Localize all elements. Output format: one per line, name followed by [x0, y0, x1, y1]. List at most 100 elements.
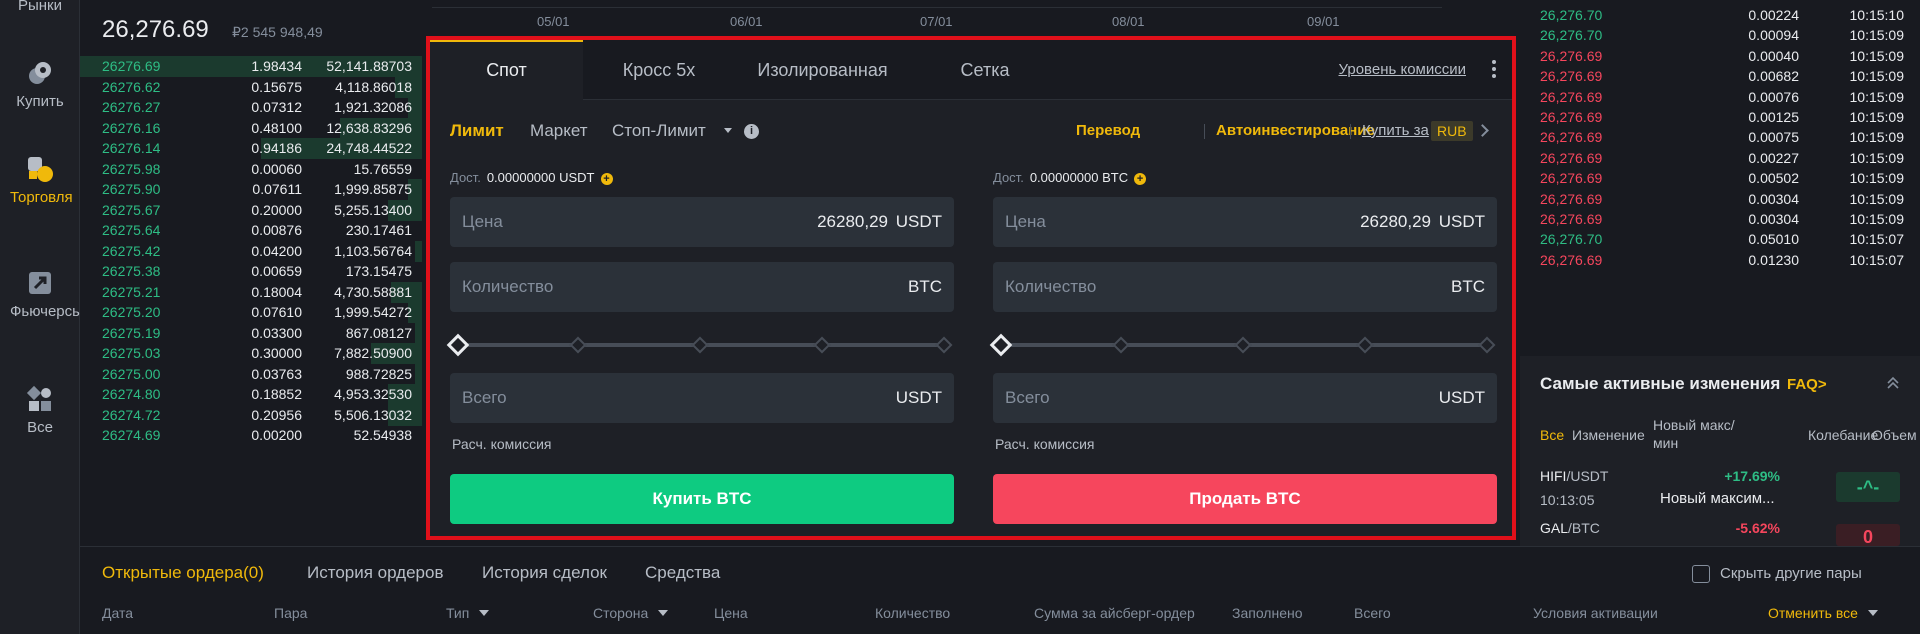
slider-mark-75[interactable] — [1356, 336, 1374, 354]
transfer-link[interactable]: Перевод — [1076, 116, 1140, 146]
info-icon[interactable]: i — [744, 124, 759, 139]
slider-mark-25[interactable] — [1112, 336, 1130, 354]
tab-spot[interactable]: Спот — [430, 40, 583, 100]
slider-handle[interactable] — [446, 333, 470, 357]
buy-amount-slider[interactable] — [446, 333, 954, 357]
order-book-price: 26275.00 — [102, 365, 161, 382]
slider-mark-25[interactable] — [569, 336, 587, 354]
order-type-stop-limit[interactable]: Стоп-Лимит — [612, 116, 706, 146]
rail-futures-label: Фьючерсы — [10, 303, 83, 320]
trade-time: 10:15:09 — [1849, 129, 1905, 146]
order-book-row[interactable]: 26275.38 0.00659 173.15475 — [80, 261, 422, 282]
rail-trade[interactable]: Торговля — [0, 154, 80, 208]
rail-futures[interactable]: Фьючерсы — [0, 268, 83, 322]
buy-quantity-field[interactable]: Количество BTC — [450, 262, 954, 312]
movers-tab-volume[interactable]: Объем — [1872, 426, 1917, 444]
order-book-row[interactable]: 26276.27 0.07312 1,921.32086 — [80, 97, 422, 118]
buy-total-field[interactable]: Всего USDT — [450, 373, 954, 423]
movers-title: Самые активные изменения — [1540, 374, 1781, 393]
order-book-row[interactable]: 26276.62 0.15675 4,118.86018 — [80, 76, 422, 98]
buy-price-field[interactable]: Цена 26280,29 USDT — [450, 197, 954, 247]
movers-tab-volatility[interactable]: Колебание — [1808, 426, 1878, 444]
order-book-row[interactable]: 26275.21 0.18004 4,730.58881 — [80, 281, 422, 303]
order-book-qty: 0.03763 — [251, 365, 302, 382]
slider-mark-50[interactable] — [1234, 336, 1252, 354]
buy-btc-button[interactable]: Купить BTC — [450, 474, 954, 524]
order-book-row[interactable]: 26275.90 0.07611 1,999.85875 — [80, 179, 422, 200]
rail-all[interactable]: Все — [0, 384, 80, 438]
auto-invest-link[interactable]: Автоинвестирование — [1216, 116, 1375, 146]
movers-tab-new-high-low[interactable]: Новый макс/ мин — [1653, 416, 1747, 452]
more-options-icon[interactable] — [1492, 60, 1498, 80]
tab-isolated[interactable]: Изолированная — [735, 40, 910, 100]
tab-open-orders[interactable]: Открытые ордера(0) — [102, 563, 264, 583]
tab-trade-history[interactable]: История сделок — [482, 563, 607, 583]
sell-price-field[interactable]: Цена 26280,29 USDT — [993, 197, 1497, 247]
sell-total-field[interactable]: Всего USDT — [993, 373, 1497, 423]
order-book-total: 52,141.88703 — [326, 58, 412, 74]
cancel-all-button[interactable]: Отменить все — [1768, 605, 1878, 621]
tab-funds[interactable]: Средства — [645, 563, 720, 583]
chevron-right-icon[interactable] — [1476, 124, 1489, 137]
order-book-row[interactable]: 26275.20 0.07610 1,999.54272 — [80, 302, 422, 323]
order-book-row[interactable]: 26276.16 0.48100 12,638.83296 — [80, 117, 422, 139]
buy-for-currency-badge[interactable]: RUB — [1431, 121, 1473, 141]
all-apps-icon — [25, 384, 55, 414]
sell-price-value[interactable]: 26280,29 — [1360, 197, 1431, 247]
buy-for-link[interactable]: Купить за — [1362, 116, 1429, 146]
slider-mark-100[interactable] — [935, 336, 953, 354]
tab-cross[interactable]: Кросс 5x — [583, 40, 735, 100]
trade-price: 26,276.70 — [1540, 7, 1603, 23]
sell-btc-button[interactable]: Продать BTC — [993, 474, 1497, 524]
order-book-total: 988.72825 — [345, 365, 412, 382]
order-book-row[interactable]: 26274.69 0.00200 52.54938 — [80, 425, 422, 446]
sell-quantity-field[interactable]: Количество BTC — [993, 262, 1497, 312]
collapse-icon[interactable] — [1886, 376, 1900, 395]
rail-markets[interactable]: Рынки — [0, 0, 80, 16]
buy-total-label: Всего — [462, 388, 507, 407]
hide-pairs-checkbox[interactable] — [1692, 565, 1710, 583]
slider-mark-75[interactable] — [813, 336, 831, 354]
order-type-market[interactable]: Маркет — [530, 116, 588, 146]
add-funds-icon[interactable]: + — [1134, 173, 1147, 185]
hide-pairs-label[interactable]: Скрыть другие пары — [1720, 565, 1862, 582]
order-type-limit[interactable]: Лимит — [450, 116, 504, 146]
order-book-row[interactable]: 26274.72 0.20956 5,506.13032 — [80, 404, 422, 426]
slider-mark-100[interactable] — [1478, 336, 1496, 354]
tab-grid[interactable]: Сетка — [910, 40, 1060, 100]
col-type[interactable]: Тип — [446, 605, 490, 621]
order-book-row[interactable]: 26275.98 0.00060 15.76559 — [80, 159, 422, 180]
order-book-row[interactable]: 26275.03 0.30000 7,882.50900 — [80, 343, 422, 364]
order-book-row[interactable]: 26274.80 0.18852 4,953.32530 — [80, 384, 422, 405]
chart-axis — [432, 0, 1442, 8]
movers-tab-all[interactable]: Все — [1540, 426, 1564, 444]
price-chart[interactable]: 05/01 06/01 07/01 08/01 09/01 — [432, 0, 1442, 36]
buy-crypto-icon — [25, 58, 55, 88]
order-book-row[interactable]: 26275.64 0.00876 230.17461 — [80, 220, 422, 241]
add-funds-icon[interactable]: + — [600, 173, 613, 185]
chevron-down-icon[interactable] — [724, 128, 732, 133]
order-book-row[interactable]: 26276.14 0.94186 24,748.44522 — [80, 138, 422, 159]
movers-faq-link[interactable]: FAQ> — [1787, 376, 1827, 393]
buy-price-value[interactable]: 26280,29 — [817, 197, 888, 247]
rail-buy[interactable]: Купить — [0, 58, 80, 112]
order-book-row[interactable]: 26275.67 0.20000 5,255.13400 — [80, 199, 422, 221]
mover-pair: HIFI/USDT — [1540, 468, 1608, 484]
slider-handle[interactable] — [989, 333, 1013, 357]
order-book-row[interactable]: 26275.42 0.04200 1,103.56764 — [80, 240, 422, 262]
sell-available: Дост. 0.00000000 BTC + — [993, 168, 1147, 188]
order-book-row[interactable]: 26276.69 1.98434 52,141.88703 — [80, 56, 422, 77]
fee-level-link[interactable]: Уровень комиссии — [1339, 61, 1466, 78]
movers-tab-change[interactable]: Изменение — [1572, 426, 1645, 444]
col-price: Цена — [714, 605, 748, 621]
tab-order-history[interactable]: История ордеров — [307, 563, 443, 583]
order-book-total: 230.17461 — [345, 222, 412, 238]
mover-pair: GAL/BTC — [1540, 520, 1600, 536]
slider-mark-50[interactable] — [691, 336, 709, 354]
sell-amount-slider[interactable] — [989, 333, 1497, 357]
order-book-row[interactable]: 26275.19 0.03300 867.08127 — [80, 322, 422, 344]
mover-quote: /BTC — [1568, 520, 1600, 536]
trade-row: 26,276.69 0.00227 10:15:09 — [1520, 148, 1920, 169]
order-book-row[interactable]: 26275.00 0.03763 988.72825 — [80, 363, 422, 385]
col-side[interactable]: Сторона — [593, 605, 669, 621]
